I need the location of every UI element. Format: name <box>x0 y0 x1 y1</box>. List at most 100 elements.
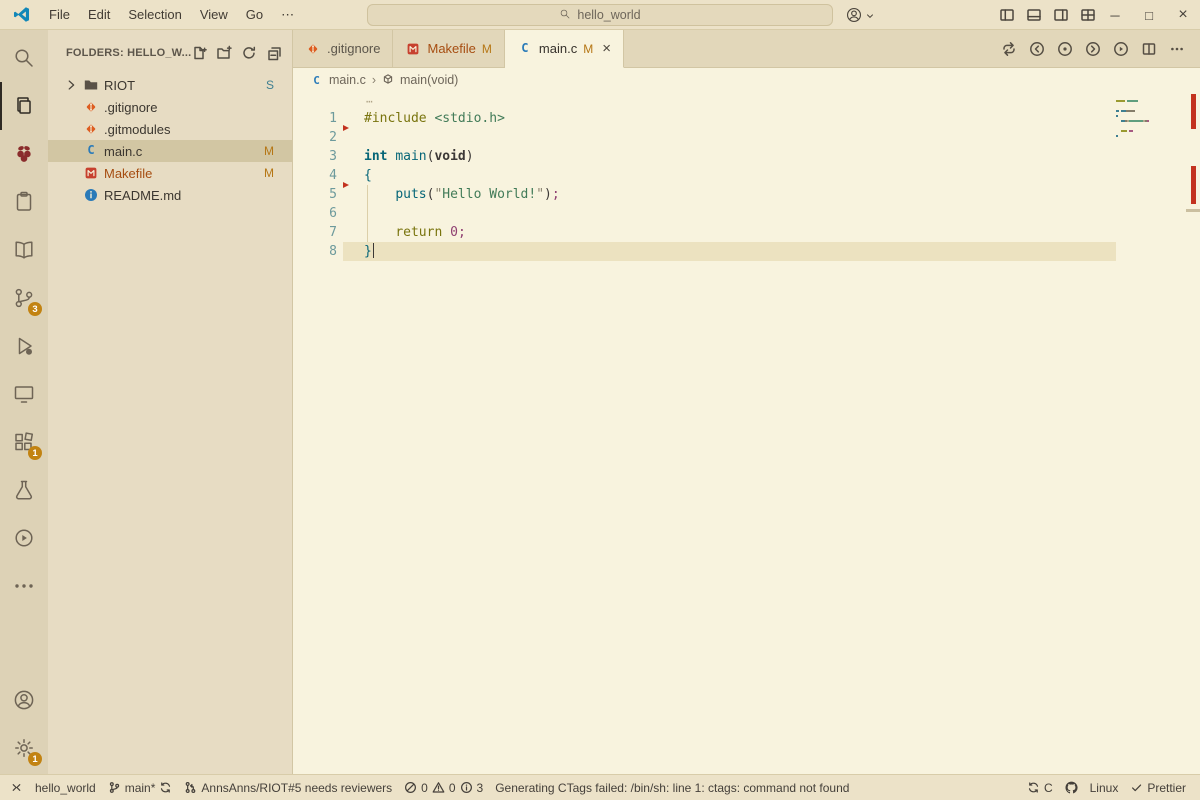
activity-bar-bottom: 1 <box>0 676 48 774</box>
split-editor-icon[interactable] <box>1141 41 1157 57</box>
line-number[interactable]: 7 <box>293 223 337 242</box>
activity-testing[interactable] <box>0 466 48 514</box>
refresh-icon[interactable] <box>241 45 257 61</box>
activity-badge: 1 <box>28 752 42 766</box>
minimize-button[interactable]: ─ <box>1098 0 1132 30</box>
status-text: AnnsAnns/RIOT#5 needs reviewers <box>201 781 392 795</box>
status-prettier[interactable]: Prettier <box>1124 775 1192 800</box>
code-editor[interactable]: ⋯ 1#include <stdio.h>23int main(void)4{5… <box>293 92 1200 774</box>
menu-bar: FileEditSelectionViewGo <box>40 4 272 26</box>
activity-additional-views[interactable] <box>0 562 48 610</box>
activity-docs-view[interactable] <box>0 226 48 274</box>
status-pull-request[interactable]: AnnsAnns/RIOT#5 needs reviewers <box>178 775 398 800</box>
new-file-icon[interactable] <box>191 45 207 61</box>
menu-edit[interactable]: Edit <box>79 4 119 26</box>
code-line-7[interactable]: 7 return 0; <box>293 223 1200 242</box>
sync-icon <box>159 781 172 794</box>
code-token: " <box>536 187 544 202</box>
line-number[interactable]: 8 <box>293 242 337 261</box>
status-git-branch[interactable]: main* <box>102 775 179 800</box>
customize-layout-icon[interactable] <box>1080 7 1096 23</box>
activity-source-control[interactable]: 3 <box>0 274 48 322</box>
close-button[interactable]: × <box>1166 0 1200 30</box>
status-cpptools[interactable]: C <box>1021 775 1059 800</box>
tree-item-.gitignore[interactable]: .gitignore <box>48 96 292 118</box>
activity-extensions[interactable]: 1 <box>0 418 48 466</box>
code-line-2[interactable]: 2 <box>293 128 1200 147</box>
code-line-5[interactable]: 5 puts("Hello World!"); <box>293 185 1200 204</box>
folder-icon <box>83 77 99 93</box>
next-change-icon[interactable] <box>1085 41 1101 57</box>
tree-item-riot[interactable]: RIOTS <box>48 74 292 96</box>
tab-main.c[interactable]: Cmain.cM× <box>505 30 624 68</box>
status-text: Linux <box>1090 781 1119 795</box>
line-number[interactable]: 2 <box>293 128 337 147</box>
collapse-all-icon[interactable] <box>266 45 282 61</box>
breadcrumb-file[interactable]: main.c <box>329 73 366 87</box>
line-number[interactable]: 1 <box>293 109 337 128</box>
tree-item-makefile[interactable]: MakefileM <box>48 162 292 184</box>
modified-badge: M <box>583 42 593 56</box>
activity-remote-explorer[interactable] <box>0 370 48 418</box>
menu-selection[interactable]: Selection <box>119 4 190 26</box>
activity-live-preview[interactable] <box>0 514 48 562</box>
line-number[interactable]: 5 <box>293 185 337 204</box>
menu-file[interactable]: File <box>40 4 79 26</box>
line-number[interactable]: 3 <box>293 147 337 166</box>
code-line-8[interactable]: 8} <box>293 242 1200 261</box>
code-token: puts <box>395 187 426 202</box>
status-github[interactable] <box>1059 775 1084 800</box>
tab-close-button[interactable]: × <box>602 41 611 56</box>
activity-search[interactable] <box>0 34 48 82</box>
tree-item-.gitmodules[interactable]: .gitmodules <box>48 118 292 140</box>
activity-settings[interactable]: 1 <box>0 724 48 772</box>
minimap-segment <box>1116 115 1118 117</box>
tab-.gitignore[interactable]: .gitignore <box>293 30 393 67</box>
more-actions-icon[interactable] <box>1169 41 1185 57</box>
toggle-secondary-sidebar-icon[interactable] <box>1053 7 1069 23</box>
chevron-down-icon <box>865 11 875 21</box>
command-center-search[interactable]: hello_world <box>367 4 833 26</box>
toggle-panel-icon[interactable] <box>1026 7 1042 23</box>
menu-overflow[interactable]: ⋯ <box>272 7 303 23</box>
maximize-button[interactable]: □ <box>1132 0 1166 30</box>
tree-item-readme.md[interactable]: README.md <box>48 184 292 206</box>
line-number[interactable]: 6 <box>293 204 337 223</box>
activity-run-and-debug[interactable] <box>0 322 48 370</box>
compare-changes-icon[interactable] <box>1001 41 1017 57</box>
code-line-3[interactable]: 3int main(void) <box>293 147 1200 166</box>
status-remote-indicator[interactable] <box>4 775 29 800</box>
toggle-sidebar-icon[interactable] <box>999 7 1015 23</box>
profile-button[interactable] <box>845 6 875 27</box>
previous-change-icon[interactable] <box>1029 41 1045 57</box>
activity-explorer[interactable] <box>0 82 48 130</box>
file-label: .gitmodules <box>104 122 274 137</box>
status-text: 0 <box>421 781 428 795</box>
line-number[interactable]: 4 <box>293 166 337 185</box>
code-line-4[interactable]: 4{ <box>293 166 1200 185</box>
editor-group: .gitignoreMakefileMCmain.cM× C main.c › … <box>293 30 1200 774</box>
activity-accounts[interactable] <box>0 676 48 724</box>
minimap-segment <box>1147 120 1149 122</box>
activity-project-manager[interactable] <box>0 178 48 226</box>
code-token <box>442 225 450 240</box>
breadcrumb-symbol[interactable]: main(void) <box>400 73 458 87</box>
new-folder-icon[interactable] <box>216 45 232 61</box>
tree-item-main.c[interactable]: Cmain.cM <box>48 140 292 162</box>
status-os[interactable]: Linux <box>1084 775 1125 800</box>
menu-view[interactable]: View <box>191 4 237 26</box>
menu-go[interactable]: Go <box>237 4 272 26</box>
activity-raspberry-pi[interactable] <box>0 130 48 178</box>
open-changes-icon[interactable] <box>1057 41 1073 57</box>
run-file-icon[interactable] <box>1113 41 1129 57</box>
status-workspace[interactable]: hello_world <box>29 775 102 800</box>
status-problems[interactable]: 003 <box>398 775 489 800</box>
tab-makefile[interactable]: MakefileM <box>393 30 504 67</box>
minimap[interactable] <box>1116 98 1182 138</box>
modified-badge: M <box>482 42 492 56</box>
debug-icon <box>12 334 36 358</box>
status-ctags-message: Generating CTags failed: /bin/sh: line 1… <box>489 775 855 800</box>
code-line-1[interactable]: 1#include <stdio.h> <box>293 109 1200 128</box>
code-token: <stdio.h> <box>434 111 504 126</box>
code-line-6[interactable]: 6 <box>293 204 1200 223</box>
